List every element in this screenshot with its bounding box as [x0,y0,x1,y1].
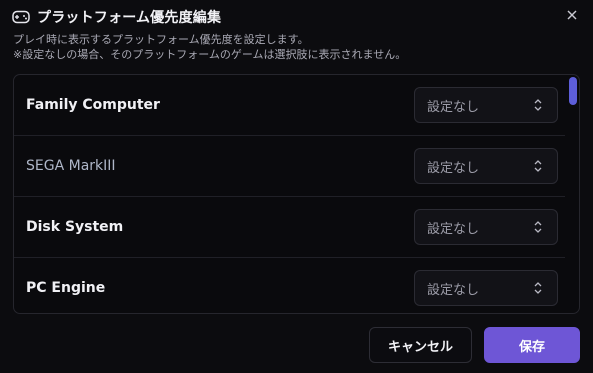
save-button[interactable]: 保存 [484,327,580,363]
close-icon[interactable] [565,8,579,22]
description-line-2: ※設定なしの場合、そのプラットフォームのゲームは選択肢に表示されません。 [13,48,407,61]
platform-row: Family Computer 設定なし [14,75,565,136]
priority-select[interactable]: 設定なし [414,87,558,123]
platform-list-rows: Family Computer 設定なし SEGA MarkIII 設定なし D… [14,75,565,313]
gamepad-icon [12,10,30,24]
platform-list: Family Computer 設定なし SEGA MarkIII 設定なし D… [13,74,580,314]
platform-name: Disk System [26,219,124,235]
priority-select-value: 設定なし [427,221,480,237]
platform-priority-dialog: プラットフォーム優先度編集 プレイ時に表示するプラットフォーム優先度を設定します… [0,0,593,373]
priority-select-value: 設定なし [427,282,480,298]
platform-name: PC Engine [26,280,106,296]
platform-name: Family Computer [26,97,160,113]
dialog-title: プラットフォーム優先度編集 [37,10,222,26]
priority-select-value: 設定なし [427,160,480,176]
priority-select-value: 設定なし [427,99,480,115]
dialog-header: プラットフォーム優先度編集 [12,6,221,28]
dialog-description: プレイ時に表示するプラットフォーム優先度を設定します。 ※設定なしの場合、そのプ… [13,32,406,62]
dialog-footer: キャンセル 保存 [369,327,580,363]
chevron-up-down-icon [534,99,542,111]
platform-name: SEGA MarkIII [26,158,116,174]
cancel-button[interactable]: キャンセル [369,327,472,363]
chevron-up-down-icon [534,160,542,172]
priority-select[interactable]: 設定なし [414,148,558,184]
priority-select[interactable]: 設定なし [414,209,558,245]
platform-row: PC Engine 設定なし [14,258,565,313]
list-scrollbar[interactable] [569,77,577,311]
chevron-up-down-icon [534,282,542,294]
platform-row: SEGA MarkIII 設定なし [14,136,565,197]
platform-row: Disk System 設定なし [14,197,565,258]
description-line-1: プレイ時に表示するプラットフォーム優先度を設定します。 [13,33,309,46]
scrollbar-thumb[interactable] [569,77,577,105]
chevron-up-down-icon [534,221,542,233]
priority-select[interactable]: 設定なし [414,270,558,306]
